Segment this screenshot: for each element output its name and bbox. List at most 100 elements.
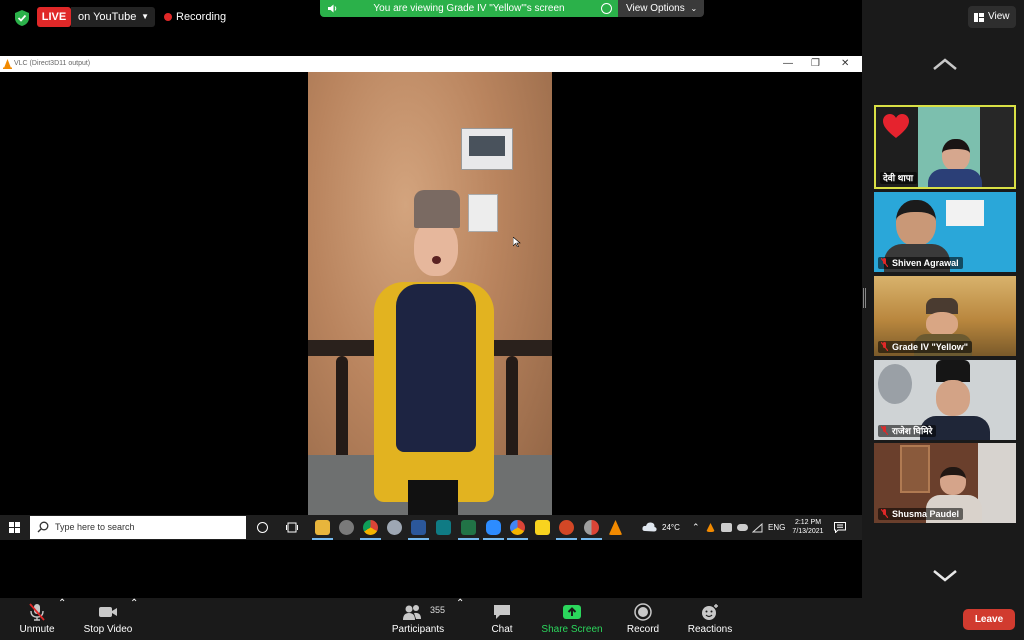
participant-tile[interactable]: देवी थापा	[874, 105, 1016, 189]
screen-share-banner: You are viewing Grade IV "Yellow"'s scre…	[320, 0, 618, 17]
task-view-icon[interactable]	[286, 522, 298, 533]
notification-center-icon[interactable]	[834, 522, 846, 533]
wall-switch	[468, 194, 498, 232]
participants-icon	[403, 605, 421, 620]
tray-expand-icon[interactable]: ⌃	[692, 515, 700, 540]
share-screen-icon	[563, 605, 581, 619]
participants-options-caret[interactable]: ⌃	[456, 598, 464, 640]
muted-mic-icon	[881, 509, 888, 518]
chrome-icon[interactable]	[360, 520, 381, 540]
child-pants	[408, 480, 458, 515]
participant-tile[interactable]: Grade IV "Yellow"	[874, 276, 1016, 356]
view-button[interactable]: View	[968, 6, 1016, 28]
view-label: View	[988, 11, 1010, 22]
child-face	[414, 220, 458, 276]
shield-icon[interactable]	[14, 9, 30, 27]
tile-background-door	[900, 445, 930, 493]
record-dot-icon	[164, 13, 172, 21]
recording-label: Recording	[176, 11, 227, 23]
language-indicator[interactable]: ENG	[768, 515, 785, 540]
child-topi-hat	[414, 190, 460, 228]
smiley-plus-icon	[702, 604, 718, 620]
participant-hat	[936, 360, 970, 382]
share-screen-label: Share Screen	[541, 624, 603, 635]
participant-face	[942, 139, 970, 171]
tray-onedrive-icon[interactable]	[737, 524, 748, 531]
taskbar-search-box[interactable]: Type here to search	[30, 516, 246, 539]
chat-button[interactable]: Chat	[482, 598, 522, 640]
chat-label: Chat	[491, 624, 513, 635]
tray-printer-icon[interactable]	[721, 523, 732, 532]
participant-name: Grade IV "Yellow"	[878, 341, 973, 353]
tile-background-art	[878, 364, 912, 404]
weather-cloud-icon	[642, 522, 657, 532]
mail-icon[interactable]	[387, 520, 402, 535]
wall-intercom	[461, 128, 513, 170]
meeting-controls-toolbar: Unmute ⌃ Stop Video ⌃ Participants 355 ⌃…	[0, 598, 1024, 640]
chevron-down-icon: ⌄	[690, 4, 698, 13]
window-close-button[interactable]: ✕	[841, 56, 849, 72]
close-circle-icon[interactable]	[601, 3, 612, 14]
windows-start-icon[interactable]	[9, 522, 20, 533]
child-mouth	[432, 256, 441, 264]
tray-vlc-icon[interactable]	[706, 523, 715, 532]
edge-legacy-icon[interactable]	[339, 520, 354, 535]
view-options-label: View Options	[626, 3, 685, 14]
word-icon[interactable]	[408, 520, 429, 540]
zoom-icon[interactable]	[483, 520, 504, 540]
powerpoint-icon[interactable]	[556, 520, 577, 540]
participant-name: Shusma Paudel	[878, 508, 964, 520]
chrome-canary-icon[interactable]	[507, 520, 528, 540]
participant-face	[936, 380, 970, 416]
restore-button[interactable]: ❐	[811, 56, 820, 72]
muted-mic-icon	[881, 258, 888, 267]
muted-mic-icon	[881, 426, 888, 435]
leave-button[interactable]: Leave	[963, 609, 1015, 630]
sticky-notes-icon[interactable]	[535, 520, 550, 535]
unmute-button[interactable]: Unmute	[12, 598, 62, 640]
speaker-icon	[328, 4, 337, 13]
chevron-down-icon[interactable]	[932, 570, 958, 582]
wifi-icon[interactable]	[752, 523, 763, 533]
minimize-button[interactable]: —	[783, 56, 793, 72]
live-streaming-dropdown[interactable]: on YouTube ▼	[71, 7, 155, 27]
participant-tile[interactable]: Shusma Paudel	[874, 443, 1016, 523]
participant-name: Shiven Agrawal	[878, 257, 963, 269]
file-explorer-icon[interactable]	[312, 520, 333, 540]
audio-options-caret[interactable]: ⌃	[58, 598, 66, 640]
grid-view-icon	[974, 13, 984, 22]
live-badge[interactable]: LIVE	[37, 7, 71, 27]
view-options-button[interactable]: View Options ⌄	[618, 0, 704, 17]
participant-tile[interactable]: राजेश घिमिरे	[874, 360, 1016, 440]
chat-bubble-icon	[494, 605, 510, 619]
participant-face	[926, 312, 958, 336]
excel-icon[interactable]	[458, 520, 479, 540]
recording-indicator[interactable]: Recording	[164, 11, 226, 23]
chrome-dev-icon[interactable]	[581, 520, 602, 540]
record-icon	[634, 603, 652, 621]
windows-taskbar: Type here to search 24°C ⌃ ENG 2:12 PM 7…	[0, 515, 862, 540]
participant-count: 355	[430, 605, 446, 615]
outlook-icon[interactable]	[436, 520, 451, 535]
participants-label: Participants	[391, 624, 445, 635]
child-vest	[396, 284, 476, 452]
chevron-up-icon[interactable]	[932, 58, 958, 70]
share-screen-button[interactable]: Share Screen	[538, 598, 606, 640]
share-banner-text: You are viewing Grade IV "Yellow"'s scre…	[373, 3, 565, 14]
muted-microphone-icon	[29, 603, 45, 621]
participant-tile[interactable]: Shiven Agrawal	[874, 192, 1016, 272]
record-button[interactable]: Record	[620, 598, 666, 640]
clock-date: 7/13/2021	[792, 528, 824, 535]
taskbar-clock[interactable]: 2:12 PM 7/13/2021	[786, 518, 830, 536]
vlc-icon[interactable]	[608, 520, 623, 535]
stop-video-button[interactable]: Stop Video	[78, 598, 138, 640]
cortana-icon[interactable]	[257, 522, 268, 533]
reactions-button[interactable]: Reactions	[682, 598, 738, 640]
panel-resize-handle[interactable]	[863, 288, 866, 308]
weather-temperature[interactable]: 24°C	[662, 515, 680, 540]
tile-right-bg	[980, 107, 1014, 187]
video-options-caret[interactable]: ⌃	[130, 598, 138, 640]
participant-shirt	[928, 169, 982, 187]
vlc-cone-icon	[3, 59, 12, 69]
video-camera-icon	[99, 607, 117, 617]
